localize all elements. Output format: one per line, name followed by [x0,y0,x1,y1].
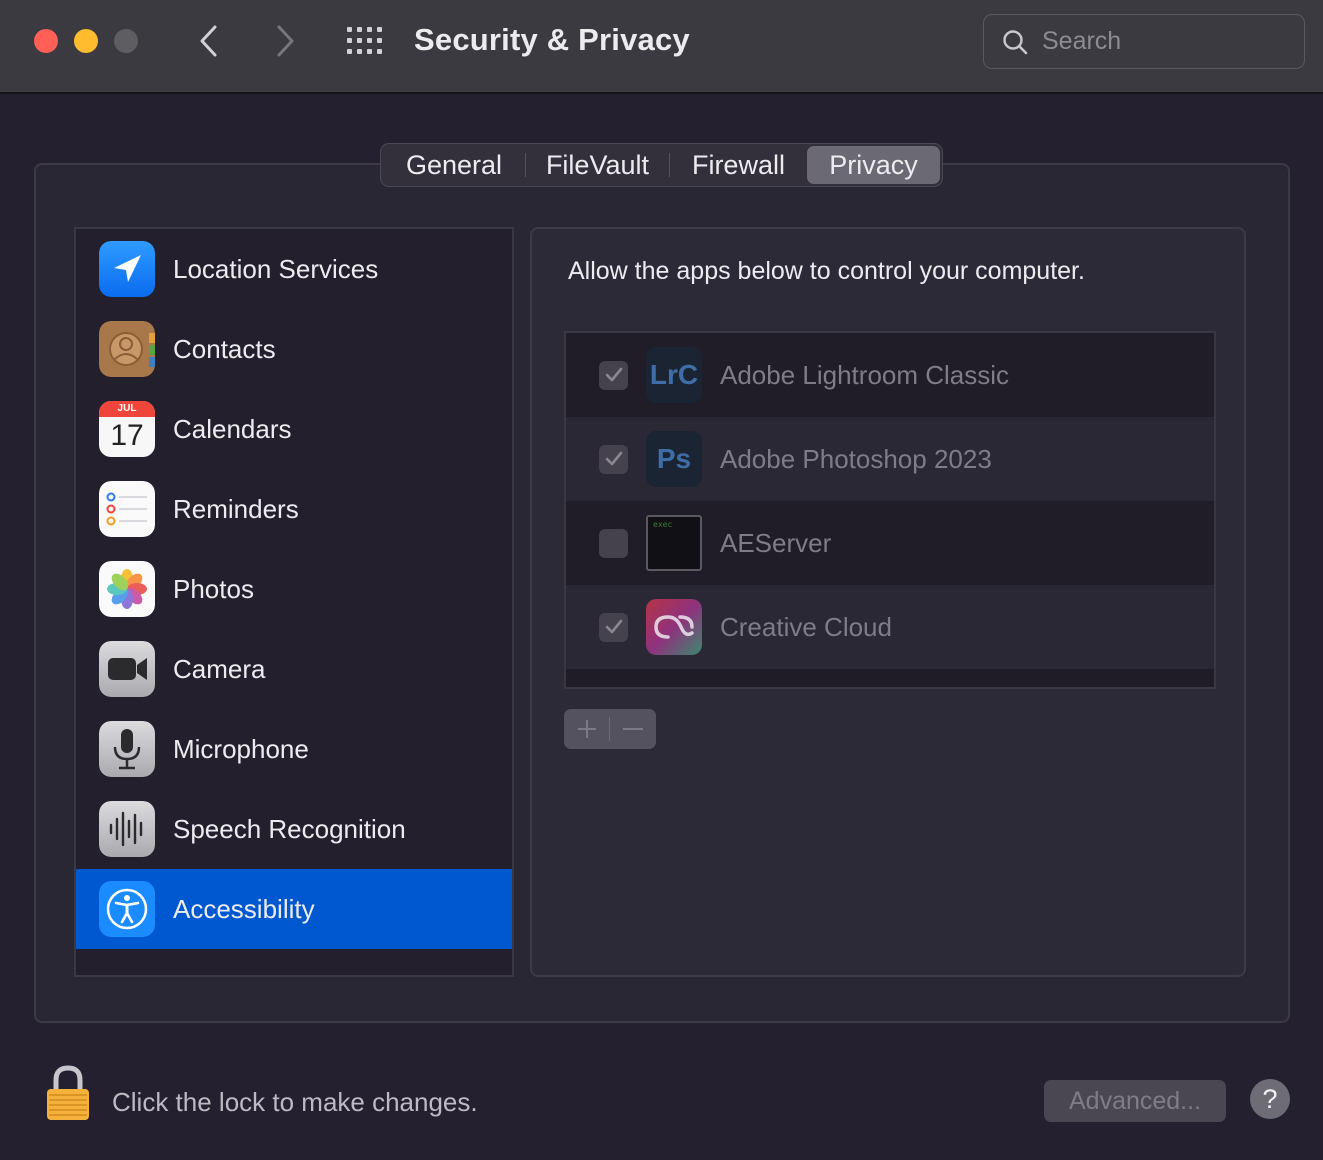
back-button[interactable] [192,22,226,60]
list-item: Ps Adobe Photoshop 2023 [566,417,1214,501]
app-name: Adobe Photoshop 2023 [720,443,992,474]
accessibility-icon [99,881,155,937]
help-button[interactable]: ? [1250,1079,1290,1119]
remove-app-button[interactable] [610,709,655,749]
sidebar-item-contacts[interactable]: Contacts [76,309,512,389]
close-window-button[interactable] [34,29,58,53]
list-item: Creative Cloud [566,585,1214,669]
app-icon-text: exec [653,520,673,529]
sidebar-item-camera[interactable]: Camera [76,629,512,709]
photos-icon [99,561,155,617]
checkmark-icon [605,619,622,634]
chevron-right-icon [277,25,294,57]
plus-icon [577,720,596,738]
sidebar-item-accessibility[interactable]: Accessibility [76,869,512,949]
search-icon [1003,29,1028,54]
sidebar-item-speech-recognition[interactable]: Speech Recognition [76,789,512,869]
sidebar-item-photos[interactable]: Photos [76,549,512,629]
app-icon-text: LrC [649,359,699,390]
sidebar-item-reminders[interactable]: Reminders [76,469,512,549]
accessibility-pane: Allow the apps below to control your com… [530,227,1246,977]
zoom-window-button[interactable] [114,29,138,53]
sidebar-item-label: Location Services [173,253,379,284]
app-checkbox[interactable] [599,360,628,390]
tab-general[interactable]: General [383,146,525,184]
sidebar-item-microphone[interactable]: Microphone [76,709,512,789]
microphone-icon [99,721,155,777]
grid-icon [347,27,382,54]
photoshop-icon: Ps [646,431,702,487]
calendar-day: 17 [110,419,144,452]
app-name: Creative Cloud [720,611,892,642]
add-app-button[interactable] [564,709,609,749]
tab-filevault[interactable]: FileVault [526,146,669,184]
lock-button[interactable] [44,1064,92,1122]
app-list: LrC Adobe Lightroom Classic Ps Adobe Pho… [564,331,1216,689]
calendar-month: JUL [99,401,155,417]
add-remove-control [564,709,656,749]
reminders-icon [99,481,155,537]
forward-button[interactable] [268,22,302,60]
checkmark-icon [605,367,622,382]
sidebar-item-label: Photos [173,573,254,604]
window-title: Security & Privacy [414,22,690,57]
sidebar-item-calendars[interactable]: JUL 17 Calendars [76,389,512,469]
sidebar-item-label: Contacts [173,333,276,364]
contacts-icon [99,321,155,377]
pane-description: Allow the apps below to control your com… [568,257,1085,285]
checkmark-icon [605,451,622,466]
lock-message: Click the lock to make changes. [112,1087,478,1117]
chevron-left-icon [200,25,217,57]
terminal-exec-icon: exec [646,515,702,571]
show-all-preferences-button[interactable] [346,26,386,56]
app-checkbox[interactable] [599,528,628,558]
creative-cloud-icon [646,599,702,655]
location-arrow-icon [99,241,155,297]
app-name: AEServer [720,527,832,558]
tab-privacy[interactable]: Privacy [806,146,941,184]
minus-icon [622,728,643,730]
tab-bar: General FileVault Firewall Privacy [380,143,943,187]
tab-firewall[interactable]: Firewall [670,146,807,184]
app-icon-text: Ps [656,443,692,474]
sidebar-item-location-services[interactable]: Location Services [76,229,512,309]
lock-icon [47,1065,89,1120]
sidebar-item-label: Calendars [173,413,292,444]
sidebar-item-label: Reminders [173,493,299,524]
minimize-window-button[interactable] [74,29,98,53]
waveform-icon [99,801,155,857]
sidebar-item-label: Microphone [173,733,309,764]
calendar-icon: JUL 17 [99,401,155,457]
sidebar-item-label: Speech Recognition [173,813,406,844]
sidebar-item-label: Accessibility [173,893,315,924]
search-input[interactable] [1042,27,1282,56]
app-checkbox[interactable] [599,612,628,642]
advanced-button[interactable]: Advanced... [1044,1080,1226,1122]
privacy-category-list: Location Services Contacts JUL 17 Calend… [74,227,514,977]
sidebar-item-label: Camera [173,653,266,684]
lightroom-classic-icon: LrC [646,347,702,403]
title-bar: Security & Privacy [0,0,1323,94]
app-checkbox[interactable] [599,444,628,474]
app-name: Adobe Lightroom Classic [720,359,1010,390]
list-item: exec AEServer [566,501,1214,585]
list-item: LrC Adobe Lightroom Classic [566,333,1214,417]
camera-icon [99,641,155,697]
search-field[interactable] [983,14,1305,69]
